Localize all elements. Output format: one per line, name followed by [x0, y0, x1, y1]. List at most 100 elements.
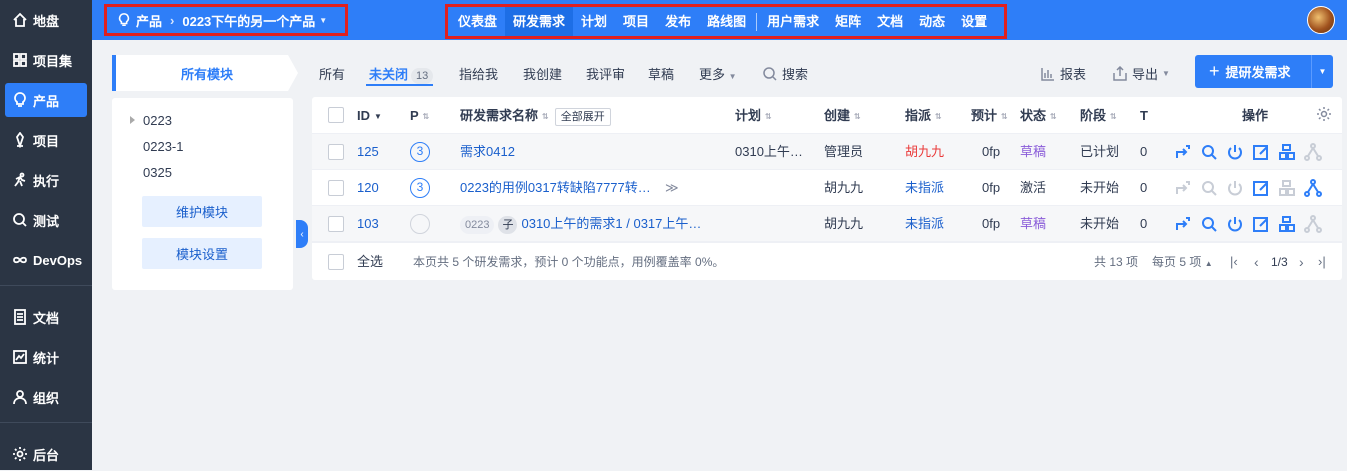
split-icon[interactable] — [1304, 179, 1322, 197]
expand-children-icon[interactable]: ≫ — [665, 170, 679, 206]
create-case-icon[interactable] — [1278, 143, 1296, 161]
nav-requirements[interactable]: 用户需求 — [759, 7, 827, 36]
create-story-button[interactable]: + 提研发需求 ▼ — [1195, 55, 1333, 88]
sidebar-item-program[interactable]: 项目集 — [5, 43, 87, 77]
change-icon[interactable] — [1174, 143, 1192, 161]
row-checkbox[interactable] — [328, 180, 344, 196]
story-assignee[interactable]: 未指派 — [905, 170, 944, 206]
create-case-icon[interactable] — [1278, 215, 1296, 233]
first-page-icon[interactable]: |‹ — [1230, 243, 1238, 281]
module-settings-button[interactable]: 模块设置 — [142, 238, 262, 269]
story-name[interactable]: 需求0412 — [460, 134, 720, 170]
column-settings-icon[interactable] — [1316, 106, 1332, 124]
nav-plan[interactable]: 计划 — [573, 7, 615, 36]
last-page-icon[interactable]: ›| — [1318, 243, 1326, 281]
tree-caret-icon[interactable] — [130, 116, 135, 124]
nav-stories[interactable]: 研发需求 — [505, 7, 574, 36]
nav-roadmap[interactable]: 路线图 — [699, 7, 754, 36]
table-row[interactable]: 103 0223 子 0310上午的需求1 / 0317上午… 胡九九 未指派 0f… — [312, 206, 1342, 242]
change-icon[interactable] — [1174, 215, 1192, 233]
col-estimate[interactable]: 预计 ⇅ — [971, 97, 1008, 134]
nav-dashboard[interactable]: 仪表盘 — [450, 7, 505, 36]
sidebar-item-dashboard[interactable]: 地盘 — [5, 3, 87, 37]
change-icon[interactable] — [1174, 179, 1192, 197]
close-power-icon[interactable] — [1226, 179, 1244, 197]
nav-matrix[interactable]: 矩阵 — [827, 7, 869, 36]
tab-created-by-me[interactable]: 我创建 — [523, 64, 562, 83]
sidebar-item-test[interactable]: 测试 — [5, 203, 87, 237]
select-all-checkbox-header[interactable] — [328, 107, 344, 123]
story-id[interactable]: 120 — [357, 170, 379, 206]
prev-page-icon[interactable]: ‹ — [1254, 243, 1259, 281]
maintain-module-button[interactable]: 维护模块 — [142, 196, 262, 227]
breadcrumb[interactable]: 产品 › 0223下午的另一个产品 ▼ — [104, 4, 348, 36]
row-checkbox[interactable] — [328, 144, 344, 160]
avatar[interactable] — [1307, 6, 1335, 34]
table-row[interactable]: 125 3 需求0412 0310上午… 管理员 胡九九 0fp 草稿 已计划 … — [312, 134, 1342, 170]
col-pri[interactable]: P ⇅ — [410, 97, 429, 134]
row-checkbox[interactable] — [328, 216, 344, 232]
module-tree-item[interactable]: 0223 — [143, 113, 172, 128]
table-row[interactable]: 120 3 0223的用例0317转缺陷7777转… ≫ 胡九九 未指派 0fp… — [312, 170, 1342, 206]
edit-icon[interactable] — [1252, 179, 1270, 197]
sidebar-item-execution[interactable]: 执行 — [5, 163, 87, 197]
story-assignee[interactable]: 胡九九 — [905, 134, 944, 170]
sidebar-item-admin[interactable]: 后台 — [5, 437, 87, 471]
nav-release[interactable]: 发布 — [657, 7, 699, 36]
col-name[interactable]: 研发需求名称 ⇅ 全部展开 — [460, 97, 611, 134]
review-icon[interactable] — [1200, 143, 1218, 161]
tab-all[interactable]: 所有 — [319, 64, 345, 83]
search-button[interactable]: 搜索 — [762, 64, 808, 83]
create-dropdown-toggle[interactable]: ▼ — [1311, 55, 1333, 88]
review-icon[interactable] — [1200, 215, 1218, 233]
nav-project[interactable]: 项目 — [615, 7, 657, 36]
export-dropdown[interactable]: 导出 ▼ — [1112, 64, 1170, 83]
tab-assigned-to-me[interactable]: 指给我 — [459, 64, 498, 83]
story-id[interactable]: 125 — [357, 134, 379, 170]
close-power-icon[interactable] — [1226, 215, 1244, 233]
product-switcher[interactable]: 0223下午的另一个产品 — [182, 11, 315, 30]
split-icon[interactable] — [1304, 215, 1322, 233]
create-case-icon[interactable] — [1278, 179, 1296, 197]
sidebar-item-product[interactable]: 产品 — [5, 83, 87, 117]
story-assignee[interactable]: 未指派 — [905, 206, 944, 242]
nav-dynamic[interactable]: 动态 — [911, 7, 953, 36]
collapse-sidebar-button[interactable]: ‹ — [296, 220, 308, 248]
close-power-icon[interactable] — [1226, 143, 1244, 161]
tab-unclosed[interactable]: 未关闭 13 — [369, 64, 434, 84]
edit-icon[interactable] — [1252, 215, 1270, 233]
sidebar-item-org[interactable]: 组织 — [5, 380, 87, 414]
col-plan[interactable]: 计划 ⇅ — [735, 97, 772, 134]
col-assign[interactable]: 指派 ⇅ — [905, 97, 942, 134]
split-icon[interactable] — [1304, 143, 1322, 161]
tab-draft[interactable]: 草稿 — [648, 64, 674, 83]
col-stage[interactable]: 阶段 ⇅ — [1080, 97, 1117, 134]
module-tree-item[interactable]: 0223-1 — [143, 139, 183, 154]
select-all-checkbox[interactable] — [328, 254, 344, 270]
col-id[interactable]: ID ▼ — [357, 97, 382, 134]
sidebar-item-devops[interactable]: DevOps — [5, 243, 87, 277]
next-page-icon[interactable]: › — [1299, 243, 1304, 281]
sidebar-item-stats[interactable]: 统计 — [5, 340, 87, 374]
select-all-label[interactable]: 全选 — [357, 243, 383, 281]
story-name[interactable]: 0310上午的需求1 / 0317上午… — [521, 216, 701, 231]
nav-settings[interactable]: 设置 — [953, 7, 995, 36]
col-status[interactable]: 状态 ⇅ — [1020, 97, 1057, 134]
expand-all-button[interactable]: 全部展开 — [554, 108, 611, 126]
edit-icon[interactable] — [1252, 143, 1270, 161]
sidebar-item-project[interactable]: 项目 — [5, 123, 87, 157]
story-id[interactable]: 103 — [357, 206, 379, 242]
col-creator[interactable]: 创建 ⇅ — [824, 97, 861, 134]
breadcrumb-root[interactable]: 产品 — [136, 11, 162, 30]
all-modules-tab[interactable]: 所有模块 — [112, 55, 298, 91]
review-icon[interactable] — [1200, 179, 1218, 197]
nav-doc[interactable]: 文档 — [869, 7, 911, 36]
child-tag: 子 — [498, 215, 518, 234]
page-size-dropdown[interactable]: 每页 5 项 ▲ — [1152, 243, 1213, 283]
module-tree-item[interactable]: 0325 — [143, 165, 172, 180]
story-name[interactable]: 0223的用例0317转缺陷7777转… — [460, 170, 655, 206]
report-button[interactable]: 报表 — [1040, 64, 1086, 83]
sidebar-item-doc[interactable]: 文档 — [5, 300, 87, 334]
more-dropdown[interactable]: 更多 ▼ — [699, 64, 737, 83]
tab-reviewed-by-me[interactable]: 我评审 — [586, 64, 625, 83]
